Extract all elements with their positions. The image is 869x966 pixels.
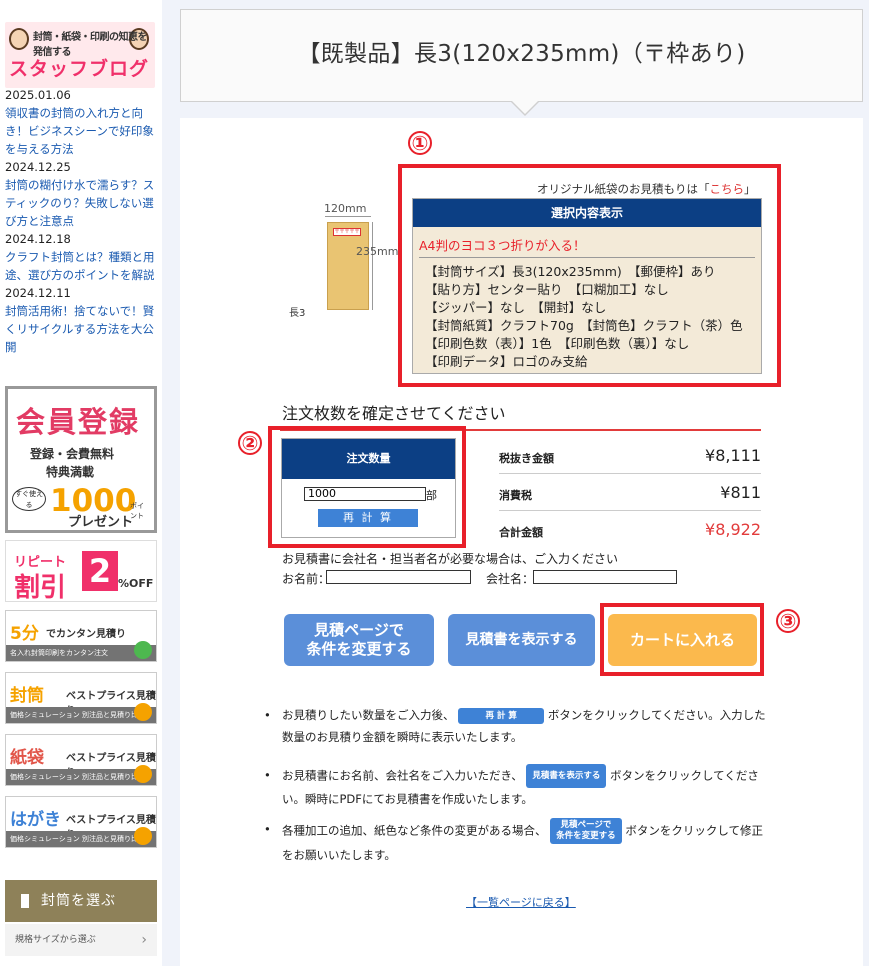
chevron-right-icon: › <box>141 932 147 948</box>
selection-headline: A4判のヨコ３つ折りが入る！ <box>419 238 586 253</box>
original-bag-note: オリジナル紙袋のお見積もりは「こちら」 <box>537 182 756 196</box>
selection-line: 【封筒紙質】クラフト70g 【封筒色】クラフト（茶）色 <box>425 318 743 333</box>
repeat-off: %OFF <box>118 577 154 590</box>
repeat-number: 2 <box>82 551 118 591</box>
selection-line: 【ジッパー】なし 【開封】なし <box>425 300 607 315</box>
banner-big: はがき <box>10 810 61 830</box>
banner-big: 5分 <box>10 624 39 644</box>
name-note: お見積書に会社名・担当者名が必要な場合は、ご入力ください <box>282 552 619 566</box>
company-input[interactable] <box>533 570 677 584</box>
selection-line: 【印刷色数（表）】1色 【印刷色数（裏）】なし <box>425 336 690 351</box>
blog-post-date: 2024.12.25 <box>5 160 71 174</box>
staff-face-icon <box>9 28 29 50</box>
sidebar-banner-envelope[interactable]: 封筒 ベストプライス見積り 価格シミュレーション 別注品と見積り比較 <box>5 672 157 724</box>
page-title: 【既製品】長3(120x235mm)（〒枠あり) <box>180 9 863 102</box>
help-item: • お見積りしたい数量をご入力後、 再 計 算 ボタンをクリックしてください。入… <box>264 707 766 744</box>
price-label: 消費税 <box>499 489 532 502</box>
selection-header: 選択内容表示 <box>413 199 761 227</box>
add-to-cart-button[interactable]: カートに入れる <box>608 614 757 666</box>
price-value: ¥811 <box>720 483 761 502</box>
recalculate-button[interactable]: 再 計 算 <box>318 509 418 527</box>
price-row-total: 合計金額 ¥8,922 <box>499 512 761 548</box>
banner-small: でカンタン見積り <box>46 629 126 640</box>
selection-lines: 【封筒サイズ】長3(120x235mm) 【郵便枠】あり 【貼り方】センター貼り… <box>425 263 743 371</box>
inline-change-conditions-button: 見積ページで 条件を変更する <box>550 818 622 844</box>
repeat-bottom: 割引 <box>14 573 67 603</box>
blog-post-link[interactable]: 封筒活用術！捨てないで！賢くリサイクルする方法を大公開 <box>5 302 157 356</box>
header-pointer <box>511 100 539 114</box>
kikaku-label: 規格サイズから選ぶ <box>15 935 96 945</box>
member-register-banner[interactable]: 会員登録 登録・会費無料 特典満載 すぐ使える 1000 ポイント プレゼント <box>5 386 157 533</box>
price-value: ¥8,922 <box>705 520 761 539</box>
help-item: • 各種加工の追加、紙色など条件の変更がある場合、 見積ページで 条件を変更する … <box>264 818 763 862</box>
sidebar-banner-postcard[interactable]: はがき ベストプライス見積り 価格シミュレーション 別注品と見積り比較 <box>5 796 157 848</box>
company-label: 会社名： <box>486 572 535 586</box>
selection-line: 【封筒サイズ】長3(120x235mm) 【郵便枠】あり <box>425 264 716 279</box>
envelope-icon <box>21 894 29 908</box>
member-line1: 登録・会費無料 <box>30 447 115 461</box>
arrow-icon <box>134 641 152 659</box>
blog-post-date: 2024.12.18 <box>5 232 71 246</box>
selection-divider <box>419 257 755 258</box>
standard-size-link[interactable]: 規格サイズから選ぶ › <box>5 924 157 956</box>
envelope-width-label: 120mm <box>324 202 367 215</box>
blog-post-date: 2024.12.11 <box>5 286 71 300</box>
blog-title: スタッフブログ <box>9 58 150 80</box>
envelope-width-line <box>325 216 371 217</box>
price-label: 合計金額 <box>499 526 543 539</box>
arrow-icon <box>134 765 152 783</box>
sidebar: 封筒・紙袋・印刷の知恵を発信する スタッフブログ 2025.01.06 領収書の… <box>0 0 162 966</box>
callout-3: ③ <box>776 609 800 633</box>
selection-panel: 選択内容表示 A4判のヨコ３つ折りが入る！ 【封筒サイズ】長3(120x235m… <box>412 198 762 374</box>
inline-recalc-button: 再 計 算 <box>458 707 545 724</box>
quantity-input[interactable]: 1000 <box>304 487 426 501</box>
blog-post-list: 2025.01.06 領収書の封筒の入れ方と向き！ビジネスシーンで好印象を与える… <box>5 86 157 356</box>
price-label: 税抜き金額 <box>499 452 554 465</box>
help-item: • お見積書にお名前、会社名をご入力いただき、 見積書を表示する ボタンをクリッ… <box>264 764 774 810</box>
original-bag-link[interactable]: こちら <box>710 182 745 196</box>
callout-1: ① <box>408 131 432 155</box>
quantity-panel: 注文数量 1000 部 再 計 算 <box>281 438 456 538</box>
repeat-discount-banner[interactable]: リピート 割引 2 %OFF <box>5 540 157 603</box>
postal-frame: 〒〒〒〒〒 <box>333 228 361 236</box>
choose-label: 封筒を選ぶ <box>41 893 116 909</box>
arrow-icon <box>134 827 152 845</box>
name-input[interactable] <box>326 570 471 584</box>
blog-post-link[interactable]: クラフト封筒とは？種類と用途、選び方のポイントを解説 <box>5 248 157 284</box>
change-conditions-button[interactable]: 見積ページで 条件を変更する <box>284 614 434 666</box>
banner-big: 紙袋 <box>10 748 44 768</box>
quantity-unit: 部 <box>426 489 437 502</box>
quantity-header: 注文数量 <box>282 439 455 479</box>
arrow-icon <box>134 703 152 721</box>
blog-post-link[interactable]: 封筒の糊付け水で濡らす？スティックのり？失敗しない選び方と注意点 <box>5 176 157 230</box>
sidebar-banner-5min[interactable]: 5分 でカンタン見積り 名入れ封筒印刷をカンタン注文 <box>5 610 157 662</box>
member-badge: すぐ使える <box>12 487 46 511</box>
inline-show-quote-button: 見積書を表示する <box>526 764 607 788</box>
blog-post-link[interactable]: 領収書の封筒の入れ方と向き！ビジネスシーンで好印象を与える方法 <box>5 104 157 158</box>
member-present: プレゼント <box>68 515 134 530</box>
envelope-name: 長3 <box>289 308 306 319</box>
member-title: 会員登録 <box>16 405 141 439</box>
show-quote-button[interactable]: 見積書を表示する <box>448 614 595 666</box>
selection-line: 【貼り方】センター貼り 【口糊加工】なし <box>425 282 669 297</box>
callout-2: ② <box>238 431 262 455</box>
member-line2: 特典満載 <box>46 465 95 479</box>
order-heading: 注文枚数を確定させてください <box>282 404 506 423</box>
selection-line: 【印刷データ】ロゴのみ支給 <box>425 354 588 369</box>
price-value: ¥8,111 <box>705 446 761 465</box>
banner-big: 封筒 <box>10 686 44 706</box>
price-row-tax: 消費税 ¥811 <box>499 475 761 511</box>
envelope-height-line <box>372 222 373 310</box>
sidebar-banner-bag[interactable]: 紙袋 ベストプライス見積り 価格シミュレーション 別注品と見積り比較 <box>5 734 157 786</box>
back-to-list-link[interactable]: 【一覧ページに戻る】 <box>466 894 576 910</box>
blog-post-date: 2025.01.06 <box>5 88 71 102</box>
envelope-height-label: 235mm <box>356 245 399 258</box>
name-label: お名前： <box>282 572 331 586</box>
price-row-subtotal: 税抜き金額 ¥8,111 <box>499 438 761 474</box>
staff-blog-banner[interactable]: 封筒・紙袋・印刷の知恵を発信する スタッフブログ <box>5 22 155 88</box>
